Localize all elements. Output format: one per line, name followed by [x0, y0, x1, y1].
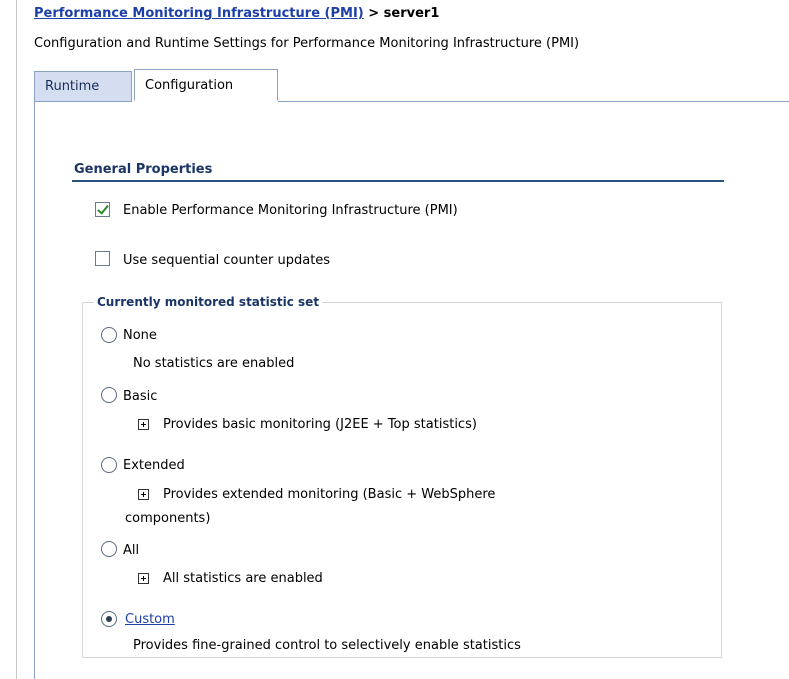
radio-extended-label[interactable]: Extended: [123, 458, 185, 473]
statistic-set-legend: Currently monitored statistic set: [94, 295, 323, 309]
tab-bar-divider: [278, 101, 789, 102]
radio-all[interactable]: [101, 541, 117, 557]
radio-custom[interactable]: [101, 611, 117, 627]
page-description: Configuration and Runtime Settings for P…: [34, 36, 580, 51]
radio-none-description: No statistics are enabled: [133, 356, 295, 371]
tab-runtime[interactable]: Runtime: [34, 71, 132, 102]
breadcrumb: Performance Monitoring Infrastructure (P…: [34, 6, 439, 21]
radio-basic-label[interactable]: Basic: [123, 389, 157, 404]
page-left-border: [16, 0, 17, 679]
tab-bar: Runtime Configuration: [34, 69, 789, 102]
enable-pmi-label[interactable]: Enable Performance Monitoring Infrastruc…: [123, 203, 458, 218]
general-properties-divider: [72, 180, 724, 182]
sequential-counter-label[interactable]: Use sequential counter updates: [123, 253, 330, 268]
radio-none-label[interactable]: None: [123, 328, 157, 343]
radio-custom-link[interactable]: Custom: [125, 612, 175, 627]
enable-pmi-checkbox[interactable]: [95, 202, 110, 217]
general-properties-heading: General Properties: [74, 162, 213, 177]
content-panel-border: [34, 102, 35, 679]
radio-none[interactable]: [101, 327, 117, 343]
sequential-counter-checkbox[interactable]: [95, 251, 110, 266]
radio-all-label[interactable]: All: [123, 543, 139, 558]
radio-custom-description: Provides fine-grained control to selecti…: [133, 638, 521, 653]
tab-configuration[interactable]: Configuration: [134, 69, 278, 101]
radio-extended-description: Provides extended monitoring (Basic + We…: [163, 487, 496, 502]
radio-all-description: All statistics are enabled: [163, 571, 323, 586]
radio-basic-description: Provides basic monitoring (J2EE + Top st…: [163, 417, 477, 432]
expand-plus-icon[interactable]: [138, 573, 149, 584]
breadcrumb-current: server1: [383, 6, 440, 21]
breadcrumb-separator: >: [363, 6, 384, 21]
radio-basic[interactable]: [101, 387, 117, 403]
breadcrumb-link-pmi[interactable]: Performance Monitoring Infrastructure (P…: [34, 6, 364, 21]
radio-extended-description-cont: components): [125, 511, 211, 526]
expand-plus-icon[interactable]: [138, 419, 149, 430]
expand-plus-icon[interactable]: [138, 489, 149, 500]
radio-extended[interactable]: [101, 457, 117, 473]
